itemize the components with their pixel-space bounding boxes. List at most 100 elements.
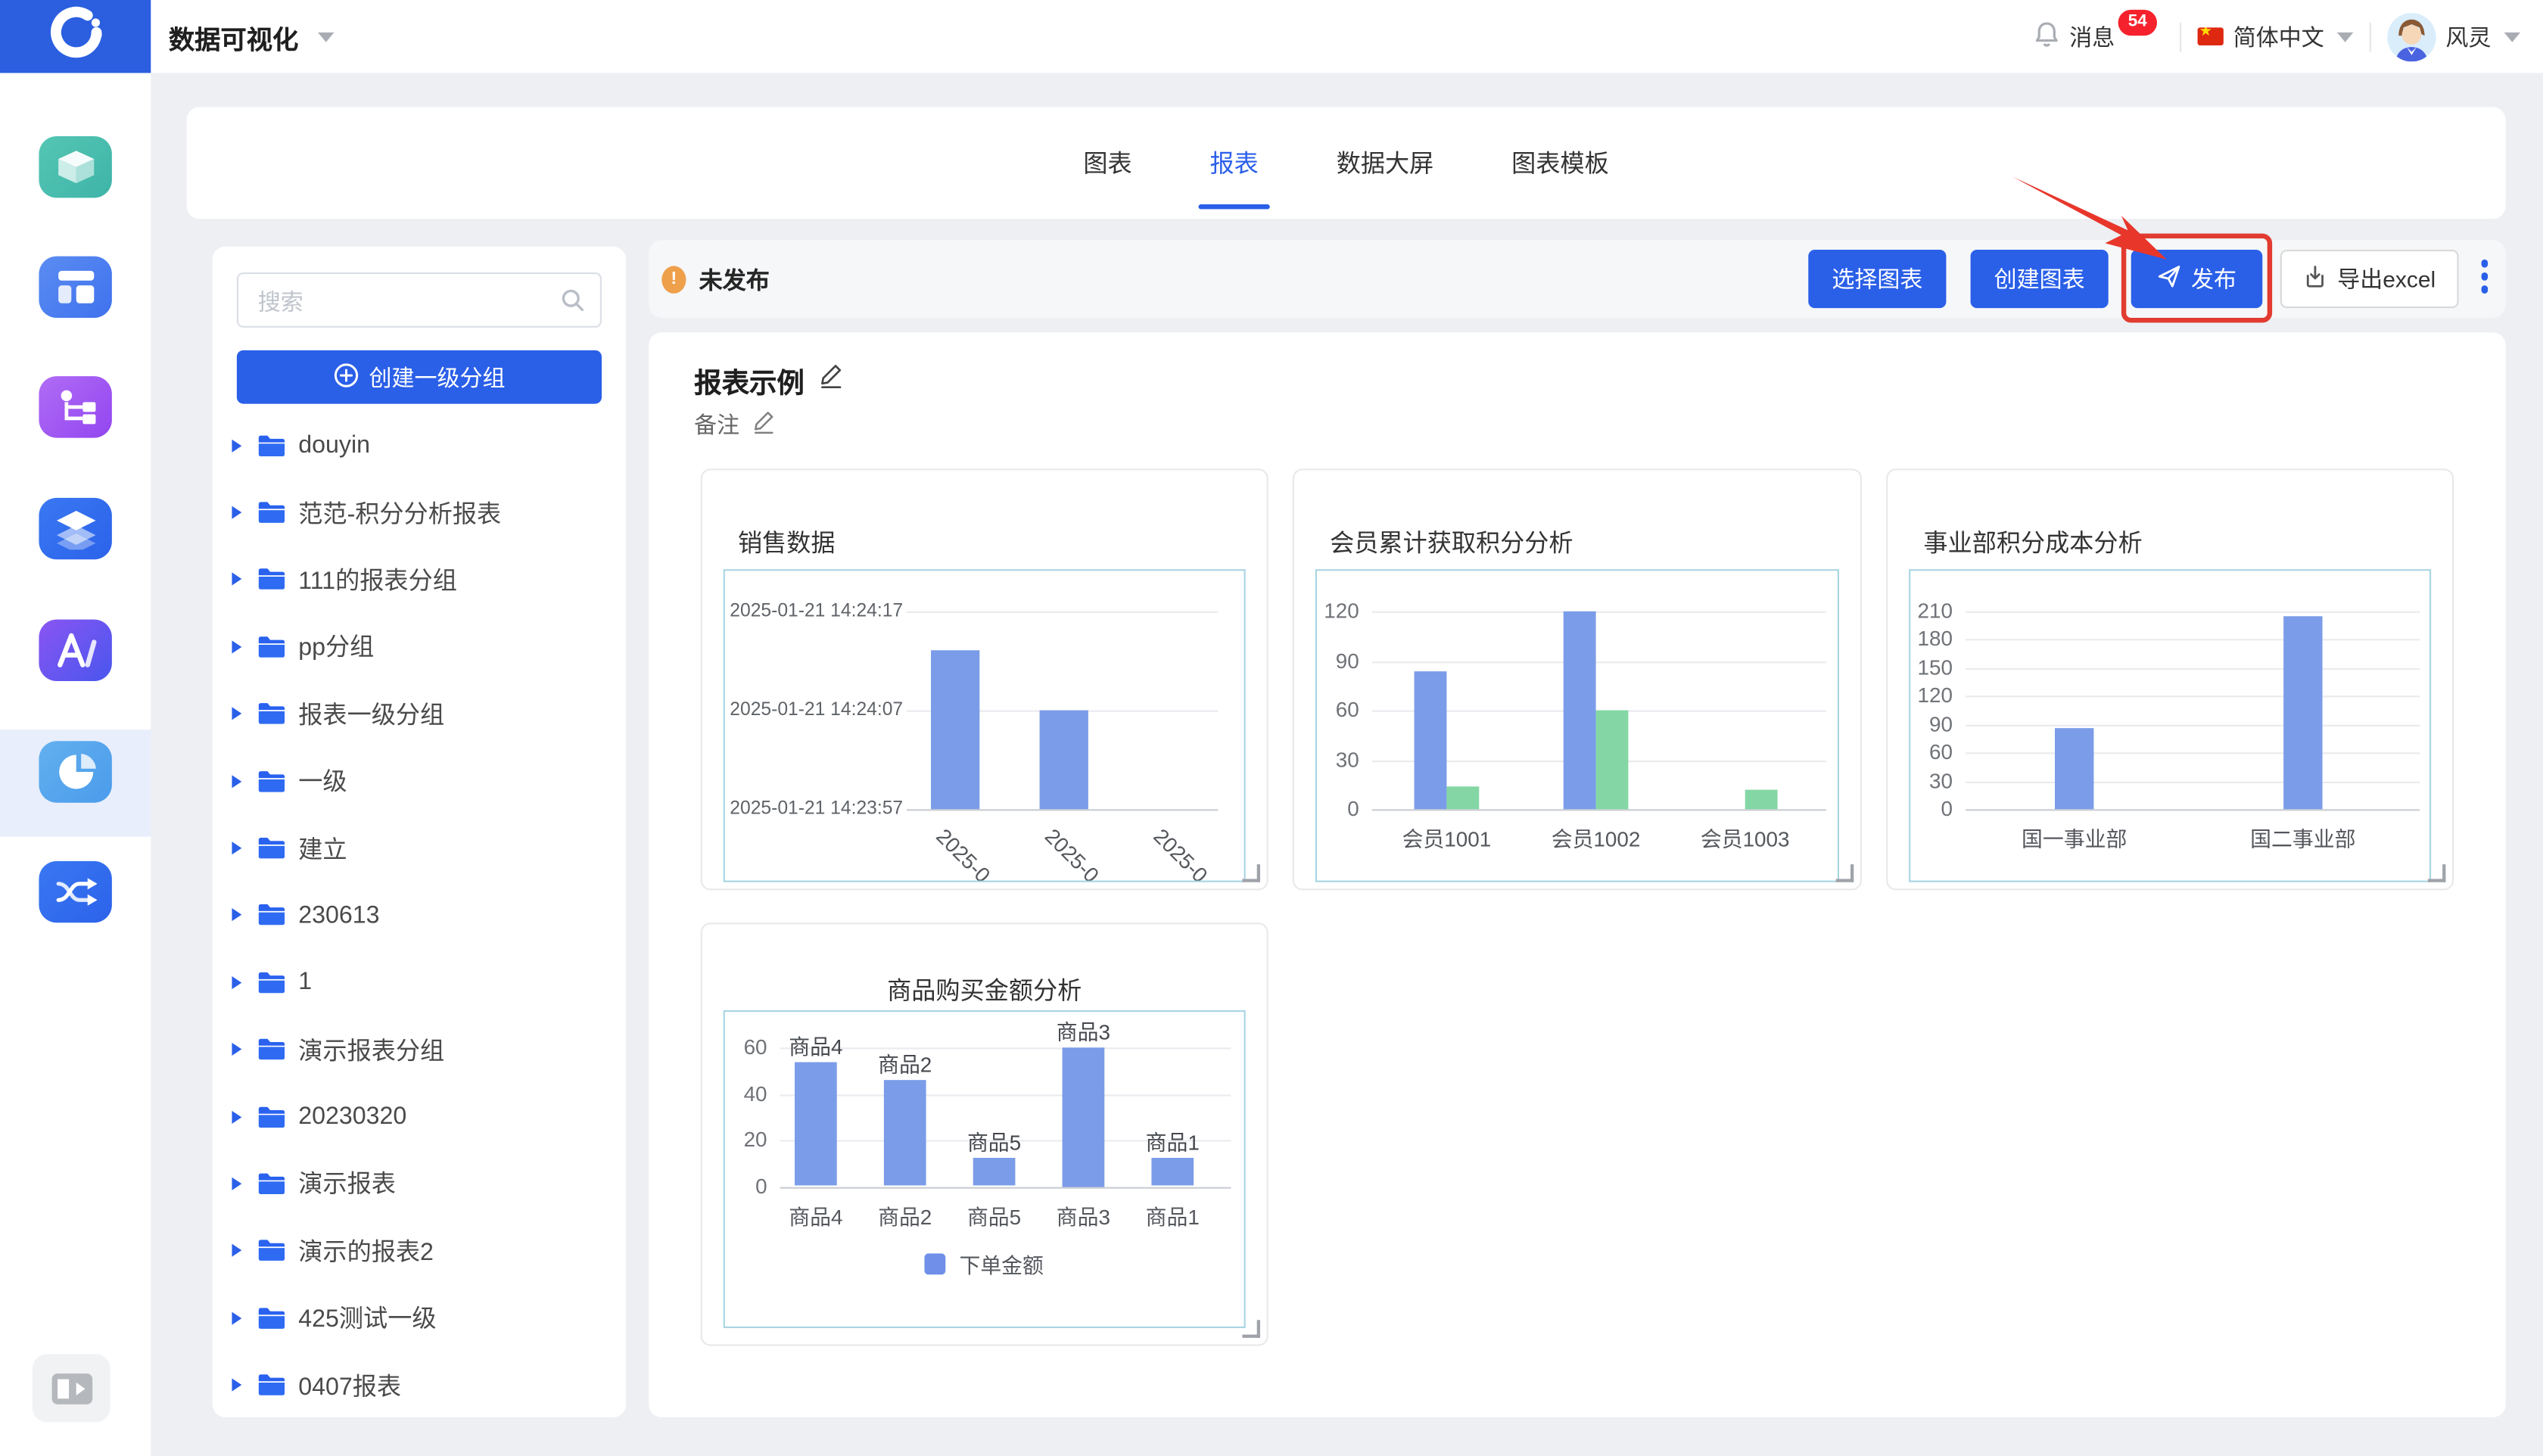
resize-handle[interactable] (2428, 864, 2446, 882)
collapse-sidebar-button[interactable] (33, 1354, 110, 1422)
chart-title: 会员累计获取积分分析 (1330, 525, 1573, 559)
y-axis-tick: 2025-01-21 14:24:17 (730, 599, 903, 624)
caret-right-icon[interactable] (232, 1244, 241, 1257)
status-label: 未发布 (699, 262, 770, 296)
y-axis-tick: 120 (1917, 683, 1953, 709)
chart-legend[interactable]: 下单金额 (725, 1249, 1244, 1280)
tree-item-label: 一级 (298, 764, 347, 798)
caret-right-icon[interactable] (232, 708, 241, 720)
y-axis-tick: 0 (1941, 796, 1953, 822)
caret-right-icon[interactable] (232, 439, 241, 452)
tree-item-label: 425测试一级 (298, 1301, 436, 1335)
sidebar-item-cube[interactable] (39, 136, 111, 198)
caret-right-icon[interactable] (232, 775, 241, 788)
report-toolbar: ! 未发布 选择图表 创建图表 发布 导出excel (649, 240, 2506, 318)
tree-item[interactable]: 演示的报表2 (213, 1218, 626, 1285)
edit-title-icon[interactable] (819, 363, 843, 397)
chart-card-product-amount[interactable]: 商品购买金额分析 0204060商品4商品2商品5商品3商品1商品4商品2商品5… (701, 922, 1268, 1346)
sidebar-item-dashboard[interactable] (39, 257, 111, 318)
tree-item[interactable]: 111的报表分组 (213, 546, 626, 614)
tab-data-screen[interactable]: 数据大屏 (1337, 107, 1434, 219)
user-menu[interactable]: 风灵 (2387, 12, 2520, 61)
tree-item[interactable]: douyin (213, 412, 626, 479)
x-axis-tick: 会员1003 (1672, 822, 1818, 853)
bar-chart-division-cost: 0306090120150180210国一事业部国二事业部 (1909, 569, 2431, 882)
tree-item[interactable]: 报表一级分组 (213, 680, 626, 748)
create-group-button[interactable]: 创建一级分组 (237, 350, 602, 404)
tab-reports[interactable]: 报表 (1210, 107, 1259, 219)
username: 风灵 (2445, 20, 2491, 53)
sidebar-item-layers[interactable] (39, 498, 111, 559)
folder-icon (258, 1307, 285, 1330)
bar-value-label: 商品2 (848, 1047, 962, 1078)
sidebar-item-flowchart[interactable] (39, 376, 111, 437)
tree-item[interactable]: 20230320 (213, 1083, 626, 1150)
tree-item[interactable]: 范范-积分分析报表 (213, 479, 626, 546)
tree-item[interactable]: 1 (213, 949, 626, 1016)
bar (795, 1062, 837, 1187)
tree-item[interactable]: 0407报表 (213, 1352, 626, 1419)
send-icon (2157, 264, 2181, 294)
language-selector[interactable]: ★ 简体中文 (2198, 20, 2354, 53)
chart-card-division-cost[interactable]: 事业部积分成本分析 0306090120150180210国一事业部国二事业部 (1886, 468, 2454, 890)
y-axis-tick: 60 (1929, 739, 1953, 765)
tree-item-label: 20230320 (298, 1103, 406, 1130)
caret-right-icon[interactable] (232, 1110, 241, 1123)
tree-item-label: 报表一级分组 (298, 697, 444, 731)
resize-handle[interactable] (1836, 864, 1854, 882)
caret-right-icon[interactable] (232, 909, 241, 922)
tree-item[interactable]: 230613 (213, 882, 626, 949)
tab-chart-templates[interactable]: 图表模板 (1511, 107, 1609, 219)
y-axis-tick: 20 (744, 1127, 767, 1153)
tree-item[interactable]: 425测试一级 (213, 1284, 626, 1352)
y-axis-tick: 210 (1917, 599, 1953, 624)
resize-handle[interactable] (1242, 1320, 1260, 1338)
tree-item-label: 建立 (298, 831, 347, 865)
bar-chart-member-points: 0306090120会员1001会员1002会员1003 (1315, 569, 1839, 882)
tree-item[interactable]: 建立 (213, 814, 626, 882)
chart-title: 事业部积分成本分析 (1923, 525, 2142, 559)
caret-right-icon[interactable] (232, 1379, 241, 1392)
publish-button[interactable]: 发布 (2131, 250, 2263, 308)
tree-item[interactable]: 演示报表 (213, 1150, 626, 1218)
chevron-down-icon (2504, 32, 2520, 42)
more-actions-menu[interactable] (2478, 260, 2491, 293)
tree-item-label: 0407报表 (298, 1368, 401, 1402)
caret-right-icon[interactable] (232, 506, 241, 519)
edit-note-icon[interactable] (752, 410, 775, 440)
report-group-panel: 创建一级分组 douyin范范-积分分析报表111的报表分组pp分组报表一级分组… (213, 247, 626, 1417)
legend-swatch (925, 1253, 946, 1274)
tree-item[interactable]: 演示报表分组 (213, 1016, 626, 1084)
caret-right-icon[interactable] (232, 640, 241, 653)
folder-icon (258, 1240, 285, 1262)
app-logo[interactable] (0, 0, 151, 73)
sidebar-item-shuffle[interactable] (39, 861, 111, 922)
folder-icon (258, 636, 285, 658)
caret-right-icon[interactable] (232, 842, 241, 854)
resize-handle[interactable] (1242, 864, 1260, 882)
select-chart-button[interactable]: 选择图表 (1808, 250, 1946, 308)
caret-right-icon[interactable] (232, 976, 241, 989)
tab-charts[interactable]: 图表 (1083, 107, 1131, 219)
export-excel-button[interactable]: 导出excel (2280, 250, 2459, 308)
chart-card-sales[interactable]: 销售数据 2025-01-21 14:23:572025-01-21 14:24… (701, 468, 1268, 890)
create-chart-button[interactable]: 创建图表 (1971, 250, 2109, 308)
tree-item[interactable]: pp分组 (213, 613, 626, 680)
sidebar-item-ai[interactable] (39, 620, 111, 681)
folder-icon (258, 770, 285, 792)
chart-card-member-points[interactable]: 会员累计获取积分分析 0306090120会员1001会员1002会员1003 (1293, 468, 1862, 890)
collapse-panel-icon (49, 1371, 93, 1405)
tree-item[interactable]: 一级 (213, 748, 626, 815)
layers-icon (53, 508, 98, 550)
tree-item-label: 演示的报表2 (298, 1234, 434, 1268)
caret-right-icon[interactable] (232, 1043, 241, 1056)
search-input[interactable] (254, 274, 552, 329)
y-axis-tick: 2025-01-21 14:24:07 (730, 697, 903, 723)
workspace-switcher[interactable]: 数据可视化 (169, 0, 335, 73)
messages-entry[interactable]: 消息 54 (2034, 20, 2163, 53)
caret-right-icon[interactable] (232, 573, 241, 586)
caret-right-icon[interactable] (232, 1178, 241, 1190)
caret-right-icon[interactable] (232, 1311, 241, 1324)
sidebar-item-charts[interactable] (39, 741, 111, 802)
folder-icon (258, 434, 285, 457)
